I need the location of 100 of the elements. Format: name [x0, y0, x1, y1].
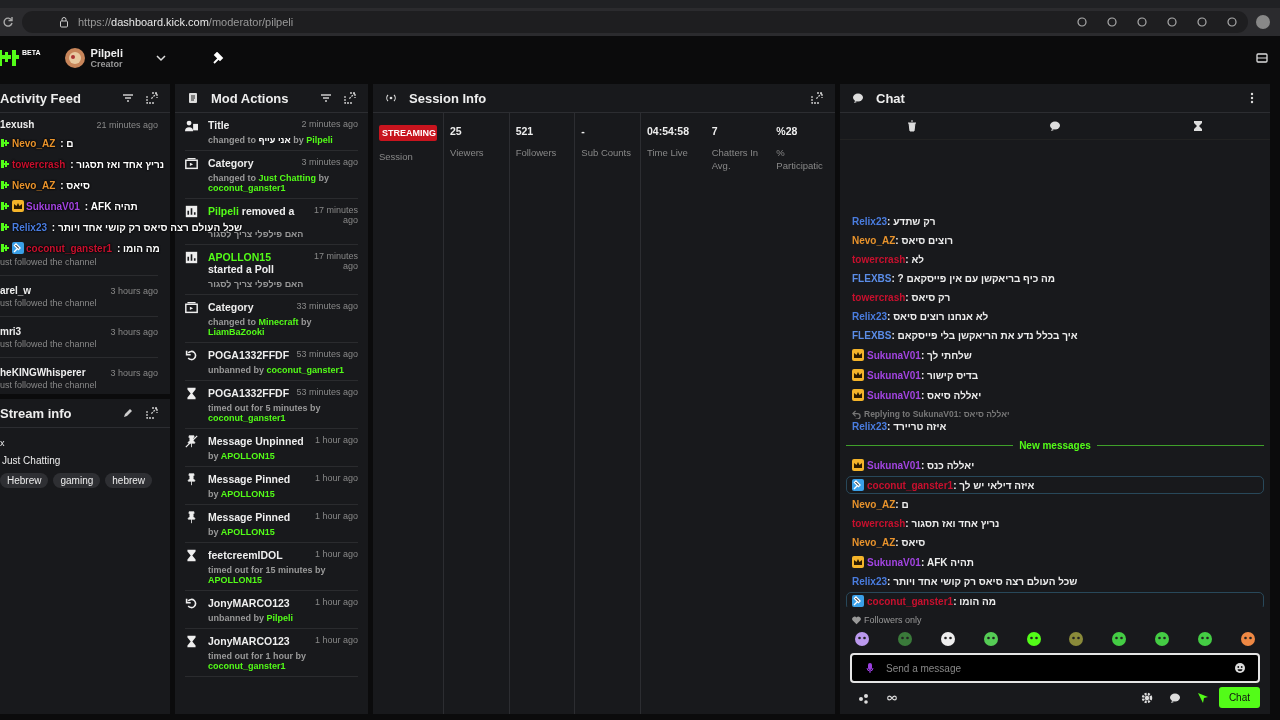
- emote-icon[interactable]: [982, 631, 999, 647]
- action-detail: timed out for 5 minutes by coconut_ganster1: [208, 403, 322, 423]
- filter-icon[interactable]: [320, 92, 332, 104]
- crown-badge-icon: [852, 556, 864, 568]
- logo-icon[interactable]: [0, 48, 22, 68]
- browser-toolbar-icon[interactable]: [1196, 16, 1208, 28]
- message-text: : שכל העולם רצה סיאס רק קושי אחד ויותר: [887, 576, 1078, 587]
- message-text: : לא אנחנו רוצים סיאס: [887, 311, 989, 322]
- emote-icon[interactable]: [1025, 631, 1042, 647]
- bar-chart-icon: [185, 251, 198, 264]
- tag[interactable]: gaming: [53, 473, 101, 488]
- follow-note: ust followed the channel: [0, 380, 98, 390]
- message-text: : יאללה סיאס: [920, 389, 982, 401]
- url-text: https://dashboard.kick.com/moderator/pilpeli: [78, 16, 295, 28]
- user-name: SukunaV01: [867, 556, 921, 568]
- emote-icon[interactable]: [1154, 631, 1171, 647]
- user-name: SukunaV01: [867, 369, 921, 381]
- user-name: SukunaV01: [867, 389, 921, 401]
- time-ago: 53 minutes ago: [296, 387, 358, 397]
- action-detail: by APOLLON15: [208, 489, 276, 499]
- browser-toolbar-icon[interactable]: [1136, 16, 1148, 28]
- trash-icon[interactable]: [905, 120, 918, 132]
- action-title: JonyMARCO123: [208, 635, 291, 647]
- speech-bubble-icon[interactable]: [1168, 691, 1181, 704]
- reply-context: Replying to SukunaV01: יאללה סיאס: [864, 409, 1010, 419]
- user-name: SukunaV01: [867, 459, 921, 471]
- address-bar[interactable]: https://dashboard.kick.com/moderator/pilpeli: [22, 11, 1248, 33]
- browser-toolbar-icon[interactable]: [1076, 16, 1088, 28]
- crown-badge-icon: [852, 459, 864, 471]
- emote-icon[interactable]: [1197, 631, 1213, 647]
- pencil-icon[interactable]: [122, 407, 134, 419]
- speech-bubble-icon[interactable]: [1049, 120, 1061, 132]
- person-card-icon: [185, 119, 198, 132]
- time-ago: 1 hour ago: [314, 435, 358, 445]
- time-ago: 3 hours ago: [110, 286, 158, 296]
- message-field[interactable]: Send a message: [850, 653, 1260, 683]
- message-input[interactable]: Send a message: [884, 661, 1226, 675]
- popout-icon[interactable]: [344, 92, 356, 104]
- message-text: : נריץ אחד ואז תסגור: [905, 518, 1000, 529]
- time-ago: 3 minutes ago: [301, 157, 358, 167]
- message-text: : איזה דילאי יש לך: [953, 479, 1035, 491]
- hammer-icon[interactable]: [212, 52, 225, 64]
- browser-toolbar-icon[interactable]: [1226, 16, 1238, 28]
- chevron-down-icon[interactable]: [154, 52, 167, 64]
- k-badge-icon: [0, 243, 10, 253]
- time-ago: 1 hour ago: [314, 597, 358, 607]
- user-name: coconut_ganster1: [26, 242, 113, 254]
- overlay-message-text: : ם: [59, 137, 74, 149]
- stat-value: -: [581, 125, 586, 137]
- message-text: : רק סיאס: [905, 292, 951, 303]
- stat-value: %28: [776, 125, 799, 137]
- screen-icon[interactable]: [1256, 52, 1268, 64]
- action-title: Message Pinned: [208, 473, 292, 485]
- message-text: : מה כיף בריאקשן עם אין פייסקאם ?: [891, 273, 1055, 284]
- dots-icon[interactable]: [858, 691, 870, 704]
- user-name: SukunaV01: [867, 349, 921, 361]
- filter-icon[interactable]: [122, 92, 134, 104]
- microphone-icon[interactable]: [864, 662, 876, 674]
- stat-label: Sub Counts: [581, 146, 632, 160]
- action-title: POGA1332FFDF: [208, 349, 291, 361]
- overlay-message-text: : סיאס: [59, 179, 91, 191]
- action-detail: changed to Minecraft by LiamBaZooki: [208, 317, 313, 337]
- chat-send-button[interactable]: Chat: [1218, 687, 1260, 708]
- popout-icon[interactable]: [811, 92, 823, 104]
- reload-icon[interactable]: [2, 16, 14, 28]
- emoji-icon[interactable]: [1234, 662, 1246, 674]
- time-ago: 1 hour ago: [314, 549, 358, 559]
- profile-icon[interactable]: [1256, 15, 1270, 29]
- stat-label: % Participatic: [776, 146, 824, 173]
- follower-name: arel_w: [0, 285, 32, 296]
- crown-badge-icon: [12, 200, 24, 212]
- panel-title: Chat: [876, 90, 906, 106]
- crown-badge-icon: [852, 369, 864, 381]
- time-ago: 1 hour ago: [314, 511, 358, 521]
- stat-value: 04:54:58: [647, 125, 691, 137]
- message-text: : איזה טריירד: [887, 421, 947, 432]
- action-title: Message Pinned: [208, 511, 292, 523]
- browser-toolbar-icon[interactable]: [1166, 16, 1178, 28]
- action-title: feetcreemIDOL: [208, 549, 284, 561]
- time-ago: 17 minutes ago: [312, 205, 358, 225]
- settings-icon[interactable]: [1140, 691, 1153, 704]
- hourglass-icon[interactable]: [1192, 120, 1205, 132]
- bar-chart-icon: [185, 205, 198, 218]
- emote-icon[interactable]: [1239, 631, 1256, 647]
- tv-icon: [185, 301, 198, 314]
- live-signal-icon: [385, 92, 397, 104]
- emote-icon[interactable]: [939, 631, 956, 647]
- stat-label: Viewers: [450, 146, 485, 160]
- emote-icon[interactable]: [854, 631, 870, 647]
- send-icon[interactable]: [1196, 691, 1209, 704]
- emote-icon[interactable]: [1111, 631, 1128, 647]
- stream-category: Just Chatting: [1, 455, 62, 466]
- action-detail: timed out for 15 minutes by APOLLON15: [208, 565, 327, 585]
- pin-icon: [185, 473, 198, 486]
- message-text: : איך בכלל נדע את הריאקשן בלי פייסקאם: [891, 330, 1078, 341]
- tag[interactable]: hebrew: [105, 473, 153, 488]
- browser-toolbar-icon[interactable]: [1106, 16, 1118, 28]
- popout-icon[interactable]: [146, 407, 158, 419]
- popout-icon[interactable]: [146, 92, 158, 104]
- tag[interactable]: Hebrew: [0, 473, 49, 488]
